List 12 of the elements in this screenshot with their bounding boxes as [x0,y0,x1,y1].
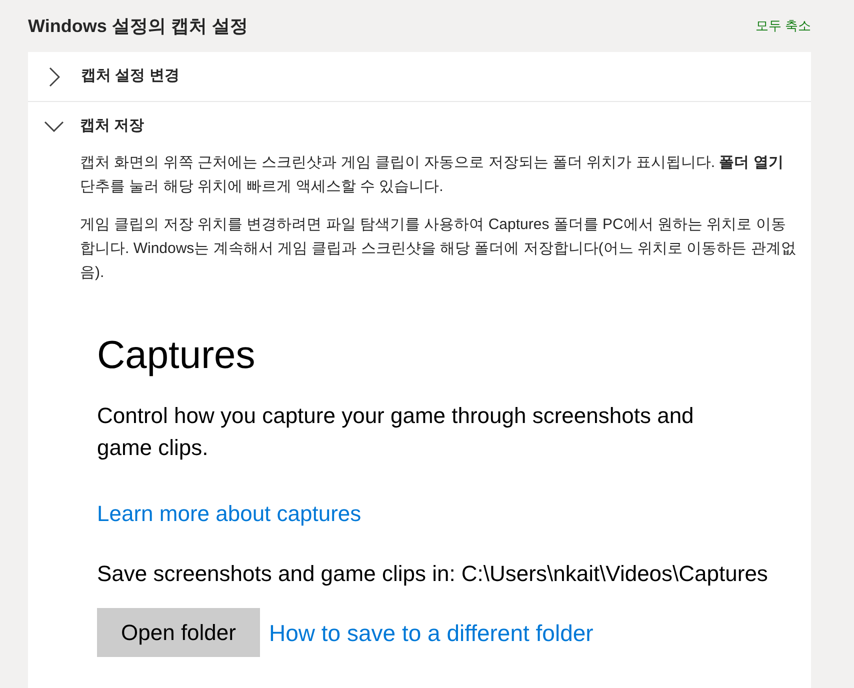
learn-more-link[interactable]: Learn more about captures [97,498,362,530]
captures-heading: Captures [97,334,256,378]
accordion-header[interactable]: 캡처 저장 [28,102,811,151]
body-paragraph: 캡처 화면의 위쪽 근처에는 스크린샷과 게임 클립이 자동으로 저장되는 폴더 위치가 표시됩니다. 폴더 열기 단추를 눌러 해당 위치에 빠르게 액세스할 수 있습니다. [80,153,784,197]
body-paragraph: 게임 클립의 저장 위치를 변경하려면 파일 탐색기를 사용하여 Captures 폴더를 PC에서 원하는 위치로 이동합니다. Windows는 계속해서 게임 클립과 스크린샷을 해당 폴더에 저장합니다(어느 위치로 이동하든 관계없음). [80,215,797,283]
collapse-all-link[interactable]: 모두 축소 [755,16,811,36]
page-title: Windows 설정의 캡처 설정 [28,14,248,38]
open-folder-button[interactable]: Open folder [97,608,260,657]
different-folder-link[interactable]: How to save to a different folder [269,616,594,648]
save-location-text: Save screenshots and game clips in: C:\Users\nkait\Videos\Captures [97,560,768,588]
accordion-header[interactable]: 캡처 설정 변경 [28,52,811,101]
captures-description: Control how you capture your game through screenshots and game clips. [97,402,695,462]
